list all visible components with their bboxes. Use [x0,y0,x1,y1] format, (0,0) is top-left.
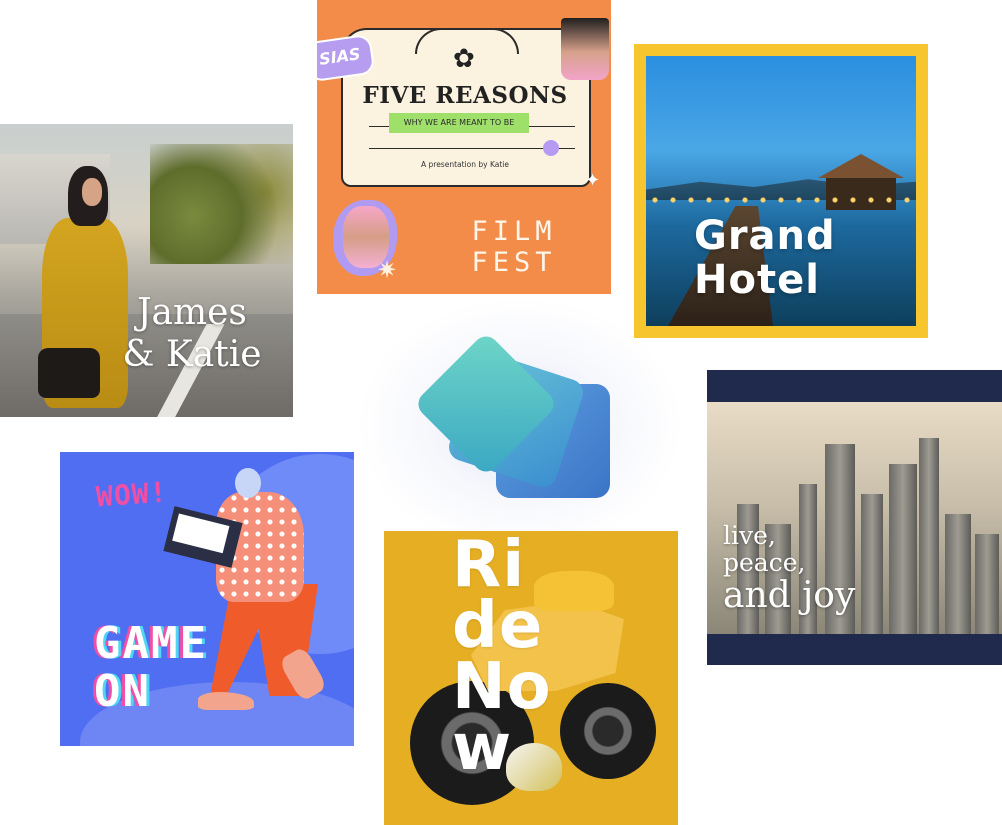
purple-dot [543,140,559,156]
card-title: live, peace, and joy [723,522,855,616]
sparkle-icon: ✦ [585,170,601,191]
template-card-grand-hotel[interactable]: Grand Hotel [634,44,928,338]
template-card-city[interactable]: live, peace, and joy [707,370,1002,665]
sparkle-icon: ✷ [377,256,398,284]
card-tagline: WHY WE ARE MEANT TO BE [389,113,529,133]
card-headline: FIVE REASONS [362,82,568,109]
template-card-james-katie[interactable]: James & Katie [0,124,293,417]
photo-lights [646,190,916,210]
template-card-ride-now[interactable]: Ri de No w [384,531,678,825]
photo-tower [945,514,971,634]
stacked-cards-icon [412,331,622,516]
card-title: James & Katie [122,292,262,375]
photo-handbag [38,348,100,398]
photo-woman [24,162,134,417]
card-footer: FILM FEST [471,216,557,278]
divider [529,126,575,127]
card-byline: A presentation by Katie [421,160,509,169]
card-title: Ri de No w [452,531,552,785]
photo-tower [919,438,939,634]
photo-face [82,178,102,206]
figure-head [235,468,261,498]
photo-trees [150,144,293,264]
title-line-3: and joy [723,575,856,616]
tablet-screen [172,513,230,554]
template-card-film-fest[interactable]: ✿ FIVE REASONS WHY WE ARE MEANT TO BE A … [317,0,611,294]
divider [369,126,389,127]
photo-hut-roof [818,154,904,178]
card-badge: WOW! [94,475,169,514]
flower-icon: ✿ [453,44,475,74]
card-title: Grand Hotel [694,213,836,303]
template-card-game-on[interactable]: WOW! GAME ON [60,452,354,746]
photo-tower [975,534,999,634]
photo-woman-top [561,18,609,80]
photo-tower [889,464,917,634]
card-title: GAME ON [94,618,208,717]
title-line-1: live, [723,521,776,550]
photo-tower [861,494,883,634]
title-line-2: peace, [723,548,806,577]
